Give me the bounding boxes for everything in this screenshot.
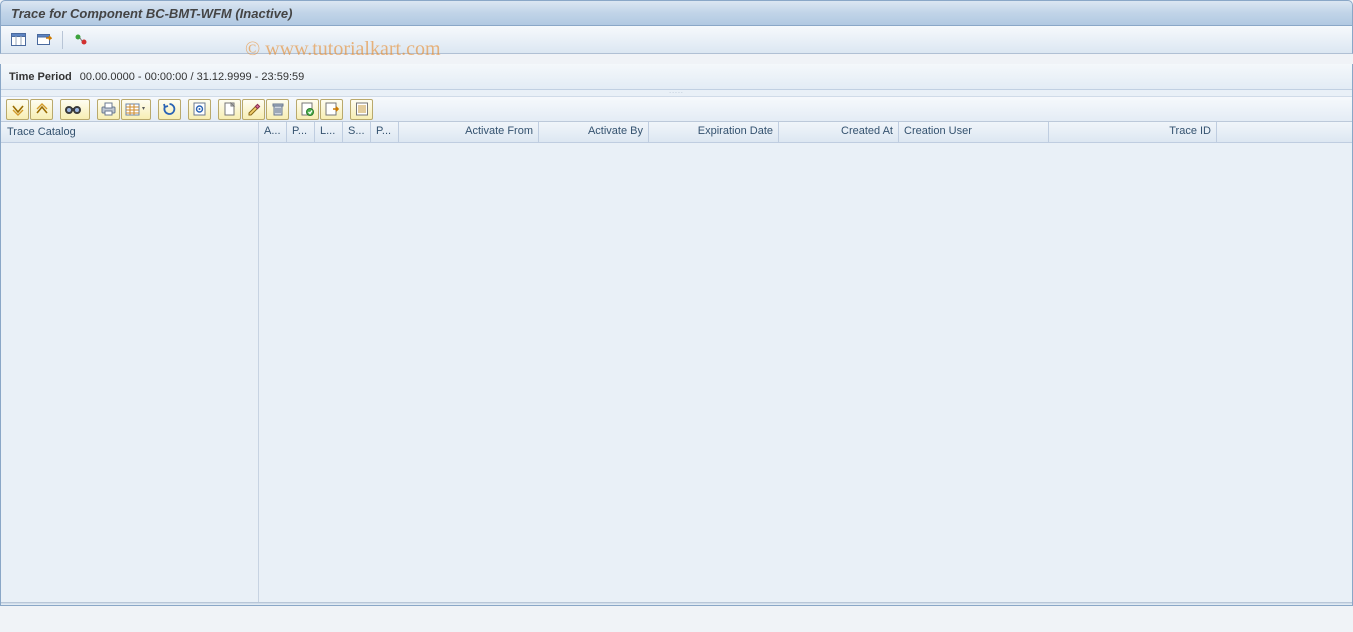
tree-header[interactable]: Trace Catalog <box>1 122 258 143</box>
activate-button[interactable] <box>296 99 319 120</box>
col-p2[interactable]: P... <box>371 122 399 142</box>
pencil-icon <box>247 102 261 116</box>
expand-all-button[interactable] <box>6 99 29 120</box>
collapse-all-button[interactable] <box>30 99 53 120</box>
col-p1[interactable]: P... <box>287 122 315 142</box>
create-button[interactable] <box>218 99 241 120</box>
col-expiration-date[interactable]: Expiration Date <box>649 122 779 142</box>
print-button[interactable] <box>97 99 120 120</box>
col-filler <box>1217 122 1352 142</box>
tree-body[interactable] <box>1 143 258 602</box>
printer-icon <box>101 102 116 116</box>
new-document-icon <box>223 102 237 116</box>
toolbar-separator <box>62 31 63 49</box>
deactivate-button[interactable] <box>320 99 343 120</box>
window-title: Trace for Component BC-BMT-WFM (Inactive… <box>11 6 292 21</box>
col-s[interactable]: S... <box>343 122 371 142</box>
grid-container: Trace Catalog A... P... L... S... P... A… <box>1 122 1352 602</box>
time-period-label: Time Period <box>9 71 72 83</box>
expand-down-icon <box>11 103 25 116</box>
refresh-button[interactable] <box>158 99 181 120</box>
col-creation-user[interactable]: Creation User <box>899 122 1049 142</box>
details-button[interactable] <box>350 99 373 120</box>
refresh-screen-icon <box>37 33 52 46</box>
time-period-bar: Time Period 00.00.0000 - 00:00:00 / 31.1… <box>1 64 1352 90</box>
table-layout-icon <box>125 103 147 116</box>
col-a[interactable]: A... <box>259 122 287 142</box>
activate-trace-button[interactable] <box>70 30 92 50</box>
content-area: Time Period 00.00.0000 - 00:00:00 / 31.1… <box>0 64 1353 606</box>
deactivate-icon <box>324 102 339 116</box>
delete-button[interactable] <box>266 99 289 120</box>
grid-header-row: A... P... L... S... P... Activate From A… <box>259 122 1352 143</box>
title-bar: Trace for Component BC-BMT-WFM (Inactive… <box>0 0 1353 26</box>
refresh-icon <box>162 102 177 116</box>
col-created-at[interactable]: Created At <box>779 122 899 142</box>
col-l[interactable]: L... <box>315 122 343 142</box>
refresh-screen-button[interactable] <box>33 30 55 50</box>
display-icon <box>192 102 207 116</box>
layout-button[interactable] <box>7 30 29 50</box>
time-period-value: 00.00.0000 - 00:00:00 / 31.12.9999 - 23:… <box>80 71 304 83</box>
collapse-up-icon <box>35 103 49 116</box>
activate-trace-icon <box>74 33 89 46</box>
details-list-icon <box>355 102 369 116</box>
change-button[interactable] <box>242 99 265 120</box>
layout-variant-button[interactable] <box>121 99 151 120</box>
alv-toolbar <box>1 96 1352 122</box>
layout-icon <box>11 33 26 46</box>
application-toolbar <box>0 26 1353 54</box>
col-activate-by[interactable]: Activate By <box>539 122 649 142</box>
footer-line <box>1 602 1352 605</box>
grid-pane: A... P... L... S... P... Activate From A… <box>259 122 1352 602</box>
tree-pane: Trace Catalog <box>1 122 259 602</box>
display-trace-button[interactable] <box>188 99 211 120</box>
grid-body[interactable] <box>259 143 1352 602</box>
trash-icon <box>271 102 285 116</box>
col-activate-from[interactable]: Activate From <box>399 122 539 142</box>
activate-icon <box>300 102 315 116</box>
binoculars-icon <box>64 102 86 117</box>
find-button[interactable] <box>60 99 90 120</box>
col-trace-id[interactable]: Trace ID <box>1049 122 1217 142</box>
